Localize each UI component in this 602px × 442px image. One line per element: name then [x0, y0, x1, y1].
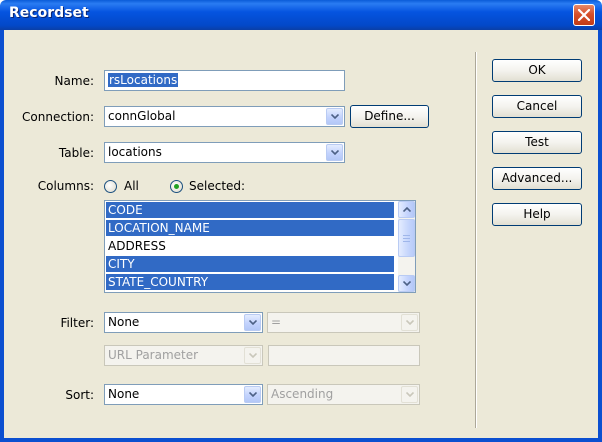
window-frame-bottom	[0, 438, 602, 442]
table-value: locations	[108, 145, 162, 159]
chevron-down-icon	[331, 114, 339, 119]
sort-dropdown-button[interactable]	[244, 386, 261, 403]
chevron-down-icon	[249, 353, 257, 358]
filter-value: None	[108, 315, 140, 329]
columns-listbox[interactable]: CODE LOCATION_NAME ADDRESS CITY STATE_COUNTR…	[104, 200, 416, 293]
chevron-down-icon	[331, 150, 339, 155]
connection-select[interactable]: connGlobal	[104, 106, 345, 127]
filter-operator-value: =	[271, 315, 282, 329]
sort-order-dropdown-button[interactable]	[401, 386, 418, 403]
scroll-up-button[interactable]	[398, 201, 415, 218]
table-select[interactable]: locations	[104, 142, 345, 163]
filter-label: Filter:	[60, 316, 94, 330]
test-button[interactable]: Test	[492, 131, 582, 154]
columns-scrollbar[interactable]	[398, 201, 415, 292]
connection-label: Connection:	[22, 110, 94, 124]
columns-selected-radio[interactable]	[170, 180, 183, 193]
columns-selected-label: Selected:	[189, 179, 246, 193]
chevron-down-icon	[249, 320, 257, 325]
help-button[interactable]: Help	[492, 203, 582, 226]
column-list-item[interactable]: STATE_COUNTRY	[106, 274, 394, 290]
connection-dropdown-button[interactable]	[326, 108, 343, 125]
chevron-down-icon	[249, 392, 257, 397]
filter-param-type-dropdown-button[interactable]	[244, 347, 261, 364]
name-input[interactable]: rsLocations	[104, 70, 345, 91]
table-label: Table:	[58, 146, 94, 160]
advanced-button[interactable]: Advanced...	[492, 167, 582, 190]
filter-column-select[interactable]: None	[104, 312, 263, 333]
title-bar[interactable]: Recordset	[0, 0, 602, 30]
chevron-up-icon	[403, 207, 411, 212]
columns-label: Columns:	[37, 179, 94, 193]
close-icon	[578, 9, 590, 21]
sort-label: Sort:	[65, 388, 94, 402]
filter-dropdown-button[interactable]	[244, 314, 261, 331]
scroll-down-button[interactable]	[398, 275, 415, 292]
sort-order-value: Ascending	[271, 387, 334, 401]
chevron-down-icon	[406, 320, 414, 325]
cancel-button[interactable]: Cancel	[492, 95, 582, 118]
sort-column-select[interactable]: None	[104, 384, 263, 405]
dialog-title: Recordset	[9, 5, 89, 21]
column-list-item[interactable]: LOCATION_NAME	[106, 220, 394, 236]
window-frame-right	[598, 30, 602, 442]
dialog-client-area: Name: rsLocations Connection: connGlobal…	[4, 30, 598, 438]
ok-button[interactable]: OK	[492, 59, 582, 82]
radio-checked-dot	[174, 184, 179, 189]
chevron-down-icon	[403, 281, 411, 286]
columns-all-label: All	[124, 179, 139, 193]
name-label: Name:	[54, 74, 94, 88]
filter-param-type-value: URL Parameter	[108, 348, 199, 362]
column-list-item[interactable]: CODE	[106, 202, 394, 218]
sort-order-select[interactable]: Ascending	[267, 384, 420, 405]
name-value: rsLocations	[108, 73, 179, 87]
sort-value: None	[108, 387, 140, 401]
recordset-dialog: Recordset Name: rsLocations Connection: …	[0, 0, 602, 442]
define-button[interactable]: Define...	[350, 105, 429, 128]
scroll-thumb[interactable]	[398, 219, 415, 257]
table-dropdown-button[interactable]	[326, 144, 343, 161]
column-list-item[interactable]: ADDRESS	[106, 238, 394, 254]
close-button[interactable]	[573, 4, 595, 26]
filter-param-type-select[interactable]: URL Parameter	[104, 345, 263, 366]
filter-param-value-input[interactable]	[268, 345, 420, 366]
columns-all-radio[interactable]	[104, 180, 117, 193]
filter-operator-dropdown-button[interactable]	[401, 314, 418, 331]
filter-operator-select[interactable]: =	[267, 312, 420, 333]
column-list-item[interactable]: CITY	[106, 256, 394, 272]
chevron-down-icon	[406, 392, 414, 397]
connection-value: connGlobal	[108, 109, 176, 123]
button-column-separator	[475, 52, 476, 428]
